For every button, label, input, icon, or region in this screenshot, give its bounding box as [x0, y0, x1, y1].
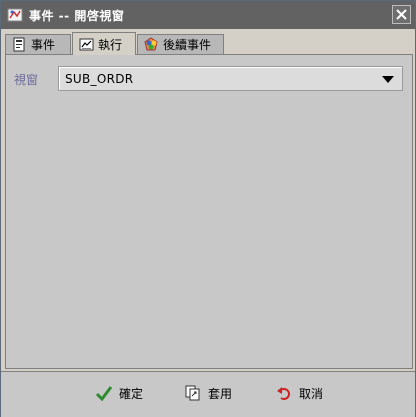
- dropdown-arrow-icon[interactable]: [382, 76, 394, 83]
- tab-execute-label: 執行: [98, 37, 123, 52]
- dialog-window: 事件 -- 開啓視窗 事件 執行 後續事件 視窗 SUB_ORDR 確定 套用 …: [0, 0, 416, 417]
- event-icon: [13, 37, 25, 52]
- apply-button[interactable]: 套用: [184, 382, 232, 404]
- execute-panel: 視窗 SUB_ORDR: [5, 54, 413, 369]
- window-select[interactable]: SUB_ORDR: [58, 66, 403, 91]
- tab-event[interactable]: 事件: [5, 34, 71, 54]
- tab-follow-up-event-label: 後續事件: [163, 38, 212, 52]
- tab-strip: 事件 執行 後續事件: [5, 32, 411, 55]
- window-select-value: SUB_ORDR: [65, 71, 134, 86]
- apply-icon: [185, 385, 200, 401]
- cancel-button-label: 取消: [299, 386, 324, 401]
- undo-icon: [277, 387, 290, 400]
- close-icon: [396, 9, 407, 20]
- execute-icon: [79, 38, 94, 50]
- window-field-label: 視窗: [14, 73, 39, 87]
- checkmark-icon: [95, 386, 113, 402]
- window-title: 事件 -- 開啓視窗: [29, 8, 125, 23]
- follow-up-event-icon: [144, 37, 158, 51]
- tab-execute[interactable]: 執行: [72, 32, 136, 55]
- cancel-button[interactable]: 取消: [275, 382, 323, 404]
- apply-button-label: 套用: [208, 386, 233, 401]
- close-button[interactable]: [392, 5, 411, 24]
- button-bar: 確定 套用 取消: [1, 371, 415, 417]
- ok-button-label: 確定: [119, 386, 144, 401]
- tab-follow-up-event[interactable]: 後續事件: [137, 34, 224, 54]
- title-bar[interactable]: 事件 -- 開啓視窗: [1, 1, 415, 29]
- tab-event-label: 事件: [31, 38, 56, 52]
- ok-button[interactable]: 確定: [95, 382, 143, 404]
- app-icon: [7, 8, 23, 22]
